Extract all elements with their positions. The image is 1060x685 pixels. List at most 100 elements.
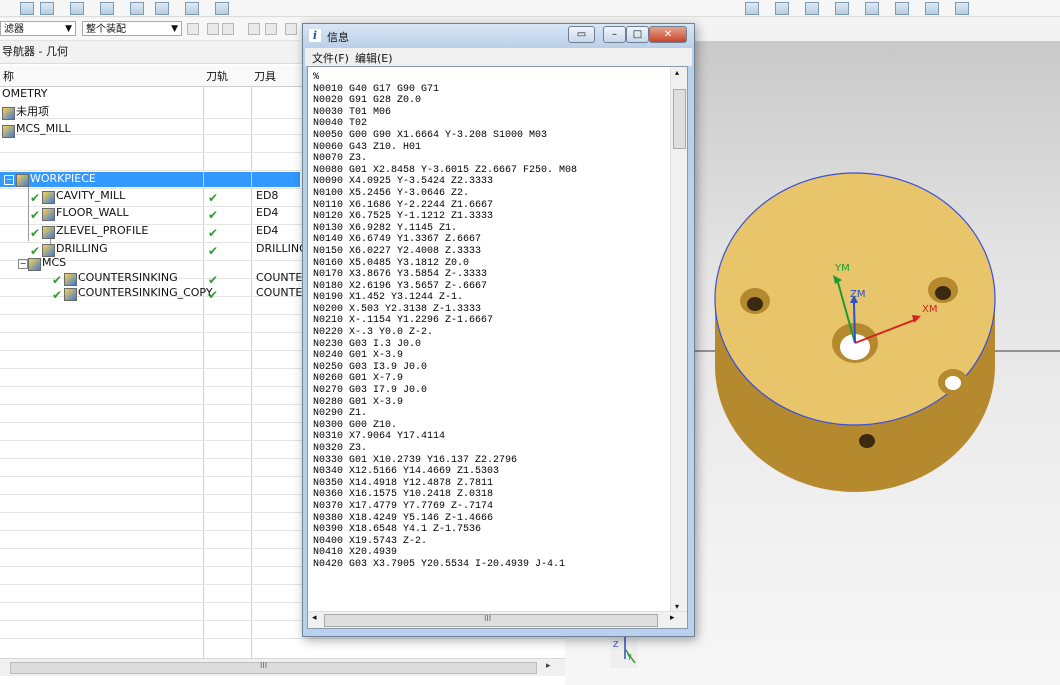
nc-code-line: % [313,72,320,83]
complete-check-icon: ✔ [30,208,41,222]
nc-code-line: N0190 X1.452 Y3.1244 Z-1. [313,292,464,304]
toolbar-icon[interactable] [955,2,969,15]
toolbar-icon[interactable] [925,2,939,15]
close-button[interactable]: ✕ [649,26,687,43]
maximize-button[interactable]: □ [626,26,649,43]
type-filter-value: 滤器 [4,24,24,35]
toolbar-icon[interactable] [40,2,54,15]
toolbar-icon[interactable] [805,2,819,15]
tool-cell: DRILLING [256,242,308,255]
info-text-area[interactable]: % N0010 G40 G17 G90 G71 N0020 G91 G28 Z0.0… [307,66,688,629]
toolbar-icon[interactable] [70,2,84,15]
column-header-name[interactable]: 称 [0,66,203,87]
scroll-right-arrow-icon[interactable]: ▸ [670,613,675,623]
axis-label-xm: XM [922,304,938,315]
nc-code-line: N0290 Z1. [313,408,368,420]
column-header-path[interactable]: 刀轨 [203,66,251,87]
nc-code-line: N0020 G91 G28 Z0.0 [313,95,422,107]
info-window[interactable]: i 信息 ▭ – □ ✕ 文件(F) 编辑(E) % N0010 G40 G17 … [302,23,695,637]
tool-cell: ED4 [256,206,279,219]
tree-item-operation[interactable]: FLOOR_WALL [56,205,129,221]
nc-code-line: N0390 X18.6548 Y4.1 Z-1.7536 [313,524,482,536]
nc-code-line: N0180 X2.6196 Y3.5657 Z-.6667 [313,280,488,292]
minimize-button[interactable]: – [603,26,626,43]
navigator-horizontal-scrollbar[interactable]: III ▸ [0,658,565,676]
scroll-left-arrow-icon[interactable]: ◂ [312,613,317,623]
nc-code-line: N0010 G40 G17 G90 G71 [313,83,440,95]
row-divider [0,638,565,639]
toolpath-check-icon: ✔ [208,244,219,258]
toolbar-icon[interactable] [745,2,759,15]
assembly-value: 整个装配 [86,24,126,35]
menu-edit[interactable]: 编辑(E) [355,50,393,66]
hole-depth [935,286,951,300]
toolbar-icon[interactable] [835,2,849,15]
toolbar-icon[interactable] [865,2,879,15]
filter-bar: 滤器 ▼ 整个装配 ▼ [0,18,300,41]
tree-item-operation[interactable]: ZLEVEL_PROFILE [56,223,148,239]
info-horizontal-scrollbar[interactable]: ◂ III ▸ [308,611,687,628]
axis-label-zm: ZM [850,289,866,300]
nc-code-line: N0260 G01 X-7.9 [313,373,404,385]
filter-icon[interactable] [207,23,219,35]
coordinate-system-icon [2,125,15,138]
complete-check-icon: ✔ [30,226,41,240]
toolbar-icon[interactable] [155,2,169,15]
assembly-select[interactable]: 整个装配 ▼ [82,21,182,36]
scrollbar-thumb[interactable] [673,89,686,149]
operation-icon [42,191,55,204]
tree-item-unused[interactable]: 未用项 [16,104,49,120]
collapse-toggle-icon[interactable]: − [18,259,28,269]
nc-code-line: N0140 X6.6749 Y1.3367 Z.6667 [313,234,482,246]
tree-item-geometry[interactable]: OMETRY [2,86,47,102]
triad-label-z: Z [613,640,619,649]
type-filter-select[interactable]: 滤器 ▼ [0,21,76,36]
collapse-toggle-icon[interactable]: − [4,175,14,185]
through-hole [945,376,961,390]
tree-item-mcs-mill[interactable]: MCS_MILL [16,121,71,137]
complete-check-icon: ✔ [52,273,63,287]
hole-depth [859,434,875,448]
nc-code-line: N0070 Z3. [313,153,368,165]
folder-icon [2,107,15,120]
scrollbar-thumb[interactable] [10,662,537,674]
operation-icon [42,226,55,239]
tree-item-operation[interactable]: COUNTERSINKING [78,270,178,286]
toolbar-icon[interactable] [130,2,144,15]
filter-icon[interactable] [248,23,260,35]
toolbar-icon[interactable] [895,2,909,15]
info-titlebar[interactable]: i 信息 ▭ – □ ✕ [303,24,694,48]
toolbar-icon[interactable] [100,2,114,15]
restore-window-button[interactable]: ▭ [568,26,595,43]
tree-item-workpiece[interactable]: WORKPIECE [30,171,96,187]
tree-connector [28,187,29,241]
scroll-up-arrow-icon[interactable]: ▴ [675,68,679,77]
filter-icon[interactable] [285,23,297,35]
info-vertical-scrollbar[interactable]: ▴ ▾ [670,67,687,612]
tree-item-operation[interactable]: CAVITY_MILL [56,188,125,204]
hole-depth [747,297,763,311]
scroll-right-arrow-icon[interactable]: ▸ [546,661,551,671]
nc-code-line: N0150 X6.0227 Y2.4008 Z.3333 [313,245,482,257]
menu-file[interactable]: 文件(F) [312,50,349,66]
toolbar-icon[interactable] [185,2,199,15]
toolbar-icon[interactable] [215,2,229,15]
nc-code-line: N0230 G03 I.3 J0.0 [313,338,422,350]
nc-code-line: N0350 X14.4918 Y12.4878 Z.7811 [313,477,494,489]
complete-check-icon: ✔ [30,191,41,205]
nc-code-line: N0100 X5.2456 Y-3.0646 Z2. [313,187,470,199]
toolpath-check-icon: ✔ [208,208,219,222]
nc-code-line: N0300 G00 Z10. [313,419,398,431]
toolbar-icon[interactable] [20,2,34,15]
tree-item-mcs[interactable]: MCS [42,255,66,271]
toolbar-icon[interactable] [775,2,789,15]
filter-icon[interactable] [222,23,234,35]
nc-code-line: N0050 G00 G90 X1.6664 Y-3.208 S1000 M03 [313,129,548,141]
filter-icon[interactable] [187,23,199,35]
tree-item-operation[interactable]: COUNTERSINKING_COPY [78,285,213,301]
filter-icon[interactable] [265,23,277,35]
nc-code-line: N0270 G03 I7.9 J0.0 [313,385,428,397]
complete-check-icon: ✔ [30,244,41,258]
scroll-down-arrow-icon[interactable]: ▾ [675,602,679,611]
nc-code-line: N0040 T02 [313,118,368,130]
